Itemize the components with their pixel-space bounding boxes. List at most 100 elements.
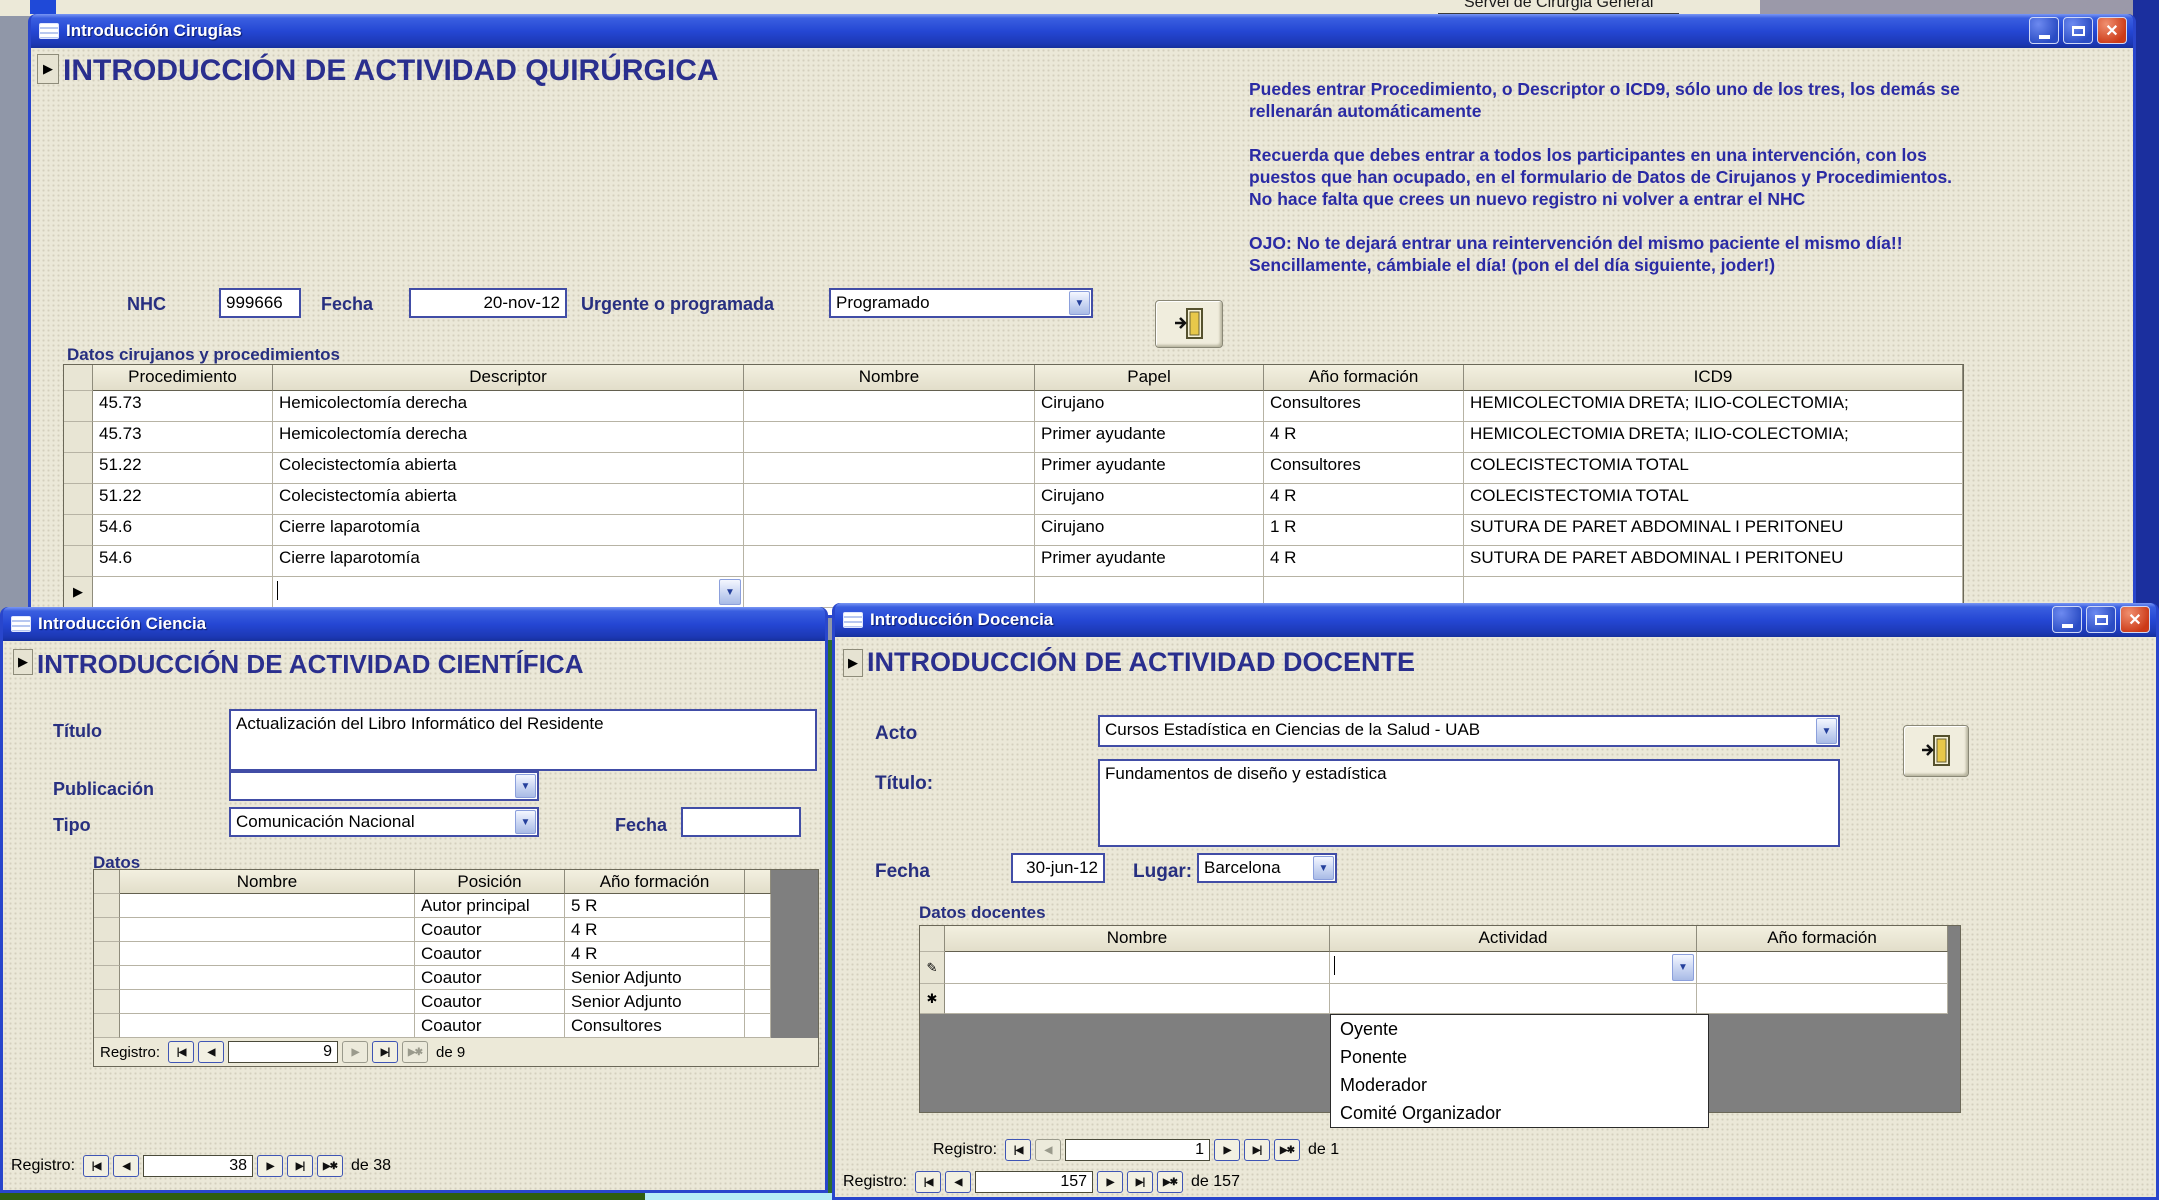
row-selector[interactable]: [94, 918, 120, 942]
column-header[interactable]: Año formación: [565, 870, 745, 894]
row-selector[interactable]: [94, 1014, 120, 1038]
nav-next-button[interactable]: ▶: [342, 1041, 368, 1063]
column-header[interactable]: Nombre: [945, 926, 1330, 952]
cell-nombre[interactable]: [744, 422, 1035, 453]
cell-icd9[interactable]: HEMICOLECTOMIA DRETA; ILIO-COLECTOMIA;: [1464, 391, 1963, 422]
chevron-down-icon[interactable]: ▼: [1069, 291, 1090, 315]
cell-anio[interactable]: Consultores: [1264, 391, 1464, 422]
dropdown-option[interactable]: Oyente: [1331, 1015, 1708, 1043]
cell-posicion[interactable]: Coautor: [415, 990, 565, 1014]
column-header[interactable]: Nombre: [120, 870, 415, 894]
fecha-field[interactable]: [681, 807, 801, 837]
row-selector[interactable]: ✎: [920, 952, 945, 984]
nav-new-record-button[interactable]: ▶✱: [1274, 1139, 1300, 1161]
cell-anio[interactable]: Senior Adjunto: [565, 966, 745, 990]
chevron-down-icon[interactable]: ▼: [1816, 718, 1837, 744]
cell-anio[interactable]: 1 R: [1264, 515, 1464, 546]
cell-papel[interactable]: Cirujano: [1035, 391, 1264, 422]
column-header[interactable]: Posición: [415, 870, 565, 894]
nav-first-button[interactable]: |◀: [915, 1171, 941, 1193]
nav-first-button[interactable]: |◀: [83, 1155, 109, 1177]
titulo-field[interactable]: Fundamentos de diseño y estadística: [1098, 759, 1840, 847]
cell-procedimiento[interactable]: 45.73: [93, 422, 273, 453]
row-selector[interactable]: [64, 391, 93, 422]
cell-icd9[interactable]: COLECISTECTOMIA TOTAL: [1464, 453, 1963, 484]
row-selector[interactable]: [64, 422, 93, 453]
cell-nombre[interactable]: [744, 391, 1035, 422]
nav-last-button[interactable]: ▶|: [1127, 1171, 1153, 1193]
tipo-combobox[interactable]: Comunicación Nacional ▼: [229, 807, 539, 837]
cell-nombre[interactable]: [945, 952, 1330, 984]
cell-anio[interactable]: 4 R: [1264, 546, 1464, 577]
row-selector[interactable]: [64, 453, 93, 484]
dropdown-option[interactable]: Moderador: [1331, 1071, 1708, 1099]
column-header[interactable]: Papel: [1035, 365, 1264, 391]
column-header[interactable]: Año formación: [1264, 365, 1464, 391]
nav-first-button[interactable]: |◀: [168, 1041, 194, 1063]
cell-actividad[interactable]: [1330, 984, 1697, 1014]
column-header[interactable]: Año formación: [1697, 926, 1948, 952]
cell-anio[interactable]: 4 R: [1264, 484, 1464, 515]
column-header[interactable]: Descriptor: [273, 365, 744, 391]
row-selector[interactable]: ▶: [64, 577, 93, 608]
cell-descriptor-combobox[interactable]: ▼: [273, 577, 744, 608]
cell-nombre[interactable]: [120, 966, 415, 990]
cell-procedimiento[interactable]: 51.22: [93, 453, 273, 484]
nav-last-button[interactable]: ▶|: [372, 1041, 398, 1063]
cell-nombre[interactable]: [744, 453, 1035, 484]
column-header[interactable]: ICD9: [1464, 365, 1963, 391]
fecha-field[interactable]: 20-nov-12: [409, 288, 567, 318]
chevron-down-icon[interactable]: ▼: [1313, 856, 1334, 880]
cell-nombre[interactable]: [120, 918, 415, 942]
column-header[interactable]: Procedimiento: [93, 365, 273, 391]
nav-new-record-button[interactable]: ▶✱: [1157, 1171, 1183, 1193]
row-selector[interactable]: [64, 546, 93, 577]
chevron-down-icon[interactable]: ▼: [515, 810, 536, 834]
cell-descriptor[interactable]: Colecistectomía abierta: [273, 484, 744, 515]
fecha-field[interactable]: 30-jun-12: [1011, 853, 1105, 883]
cell-descriptor[interactable]: Hemicolectomía derecha: [273, 422, 744, 453]
close-button[interactable]: ✕: [2097, 17, 2127, 44]
cell-procedimiento[interactable]: 45.73: [93, 391, 273, 422]
chevron-down-icon[interactable]: ▼: [719, 579, 741, 605]
cell-nombre[interactable]: [945, 984, 1330, 1014]
cell-posicion[interactable]: Coautor: [415, 918, 565, 942]
minimize-button[interactable]: [2029, 17, 2059, 44]
cell-anio[interactable]: Consultores: [1264, 453, 1464, 484]
dropdown-option[interactable]: Ponente: [1331, 1043, 1708, 1071]
cell-icd9[interactable]: SUTURA DE PARET ABDOMINAL I PERITONEU: [1464, 546, 1963, 577]
cell-descriptor[interactable]: Colecistectomía abierta: [273, 453, 744, 484]
row-selector[interactable]: [94, 942, 120, 966]
urgente-combobox[interactable]: Programado ▼: [829, 288, 1093, 318]
exit-form-button[interactable]: [1155, 300, 1223, 348]
cell-anio[interactable]: 4 R: [565, 942, 745, 966]
record-selector-marker[interactable]: ▶: [13, 649, 33, 675]
cell-papel[interactable]: Primer ayudante: [1035, 546, 1264, 577]
nav-next-button[interactable]: ▶: [1097, 1171, 1123, 1193]
column-header[interactable]: Nombre: [744, 365, 1035, 391]
record-selector-marker[interactable]: ▶: [843, 649, 863, 677]
nav-prev-button[interactable]: ◀: [113, 1155, 139, 1177]
maximize-button[interactable]: [2063, 17, 2093, 44]
cell-papel[interactable]: Cirujano: [1035, 484, 1264, 515]
cell-posicion[interactable]: Coautor: [415, 942, 565, 966]
lugar-combobox[interactable]: Barcelona ▼: [1197, 853, 1337, 883]
nav-last-button[interactable]: ▶|: [287, 1155, 313, 1177]
nav-new-record-button[interactable]: ▶✱: [402, 1041, 428, 1063]
row-selector[interactable]: [64, 484, 93, 515]
cell-procedimiento[interactable]: 54.6: [93, 546, 273, 577]
cell-nombre[interactable]: [744, 484, 1035, 515]
record-number-input[interactable]: 38: [143, 1155, 253, 1177]
cell-papel[interactable]: Primer ayudante: [1035, 453, 1264, 484]
cell-posicion[interactable]: Coautor: [415, 966, 565, 990]
row-selector[interactable]: [94, 966, 120, 990]
exit-form-button[interactable]: [1903, 725, 1969, 777]
column-header[interactable]: Actividad: [1330, 926, 1697, 952]
cell-anio[interactable]: 5 R: [565, 894, 745, 918]
cell-papel[interactable]: Cirujano: [1035, 515, 1264, 546]
titlebar-ciencia[interactable]: Introducción Ciencia: [3, 607, 825, 641]
record-selector-marker[interactable]: ▶: [37, 54, 59, 84]
dropdown-option[interactable]: Comité Organizador: [1331, 1099, 1708, 1127]
record-number-input[interactable]: 1: [1065, 1139, 1210, 1161]
chevron-down-icon[interactable]: ▼: [515, 774, 536, 798]
